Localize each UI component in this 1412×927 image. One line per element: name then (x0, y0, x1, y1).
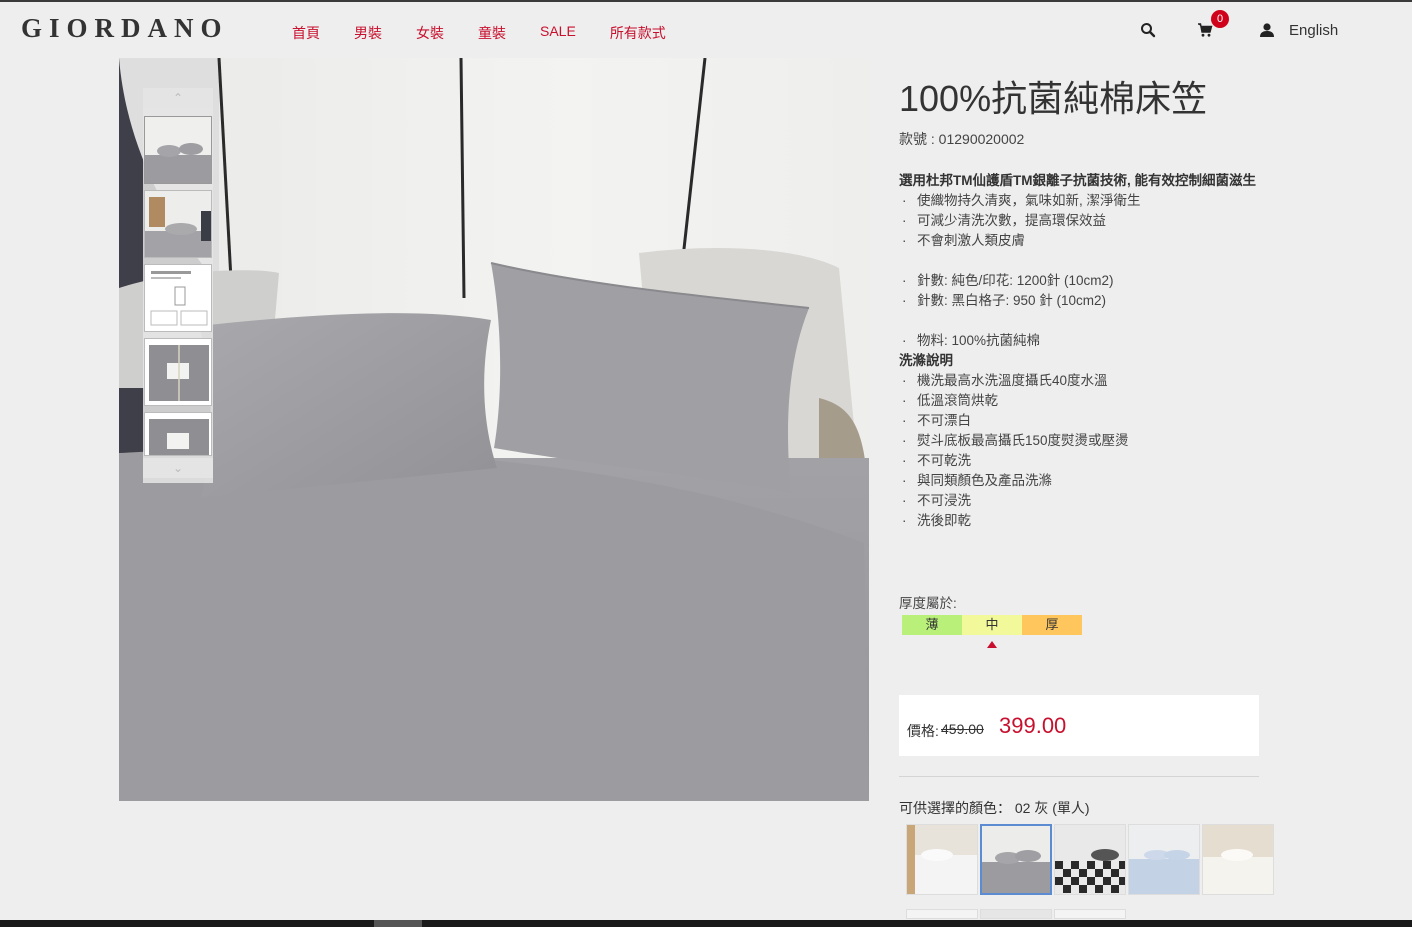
product-sku: 款號 : 01290020002 (899, 131, 1025, 147)
wash-item: 不可漂白 (899, 411, 1261, 431)
thumbnail-strip: ⌃ ⌄ (143, 88, 213, 483)
nav-women[interactable]: 女裝 (416, 23, 444, 43)
color-swatch-black-check[interactable] (1054, 824, 1126, 895)
thickness-scale: 薄 中 厚 (902, 615, 1082, 635)
color-swatch[interactable] (1054, 909, 1126, 919)
original-price: 459.00 (941, 721, 984, 737)
color-swatches (906, 824, 1276, 895)
swatch-image (1129, 825, 1199, 894)
chevron-down-icon: ⌄ (172, 461, 184, 475)
horizontal-scrollbar[interactable] (0, 920, 1412, 927)
color-swatch-gray-selected[interactable] (980, 824, 1052, 895)
description-intro: 選用杜邦TM仙護盾TM銀離子抗菌技術, 能有效控制細菌滋生 (899, 173, 1256, 188)
thickness-label: 厚度屬於: (899, 596, 957, 611)
thumbnail-image (145, 191, 211, 257)
product-main-image[interactable] (119, 58, 869, 801)
material-item: 物料: 100%抗菌純棉 (899, 331, 1261, 351)
wash-instructions-title: 洗滌說明 (899, 353, 953, 368)
product-info: 100%抗菌純棉床笠 款號 : 01290020002 選用杜邦TM仙護盾TM銀… (899, 66, 1279, 531)
site-header: GIORDANO 首頁 男裝 女裝 童裝 SALE 所有款式 0 English (0, 2, 1412, 54)
wash-item: 熨斗底板最高攝氏150度熨燙或壓燙 (899, 431, 1261, 451)
divider (899, 776, 1259, 777)
wash-item: 與同類顏色及產品洗滌 (899, 471, 1261, 491)
color-swatch[interactable] (906, 909, 978, 919)
thumbnail-1[interactable] (144, 116, 212, 184)
search-button[interactable] (1140, 18, 1158, 42)
wash-item: 不可乾洗 (899, 451, 1261, 471)
thickness-thin: 薄 (902, 615, 962, 635)
nav-all-styles[interactable]: 所有款式 (610, 23, 666, 43)
nav-sale[interactable]: SALE (540, 23, 576, 43)
thumbnail-4[interactable] (144, 338, 212, 406)
account-language-button[interactable]: English (1259, 18, 1359, 42)
wash-item: 不可浸洗 (899, 491, 1261, 511)
language-link[interactable]: English (1289, 22, 1338, 39)
nav-kids[interactable]: 童裝 (478, 23, 506, 43)
thumbnail-image (145, 339, 211, 405)
thumbnail-up-button[interactable]: ⌃ (143, 88, 213, 108)
sale-price: 399.00 (999, 713, 1067, 738)
thumbnail-image (145, 265, 211, 331)
color-swatch-cream[interactable] (1202, 824, 1274, 895)
thumbnail-3[interactable] (144, 264, 212, 332)
feature-item: 不會刺激人類皮膚 (899, 231, 1261, 251)
thumbnail-2[interactable] (144, 190, 212, 258)
feature-item: 可減少清洗次數，提高環保效益 (899, 211, 1261, 231)
thumbnail-down-button[interactable]: ⌄ (143, 458, 213, 478)
product-title: 100%抗菌純棉床笠 (899, 78, 1208, 119)
feature-item: 使織物持久清爽，氣味如新, 潔淨衛生 (899, 191, 1261, 211)
wash-item: 洗後即乾 (899, 511, 1261, 531)
cart-icon (1198, 23, 1213, 37)
thickness-medium: 中 (962, 615, 1022, 635)
thickness-thick: 厚 (1022, 615, 1082, 635)
swatch-image (982, 826, 1050, 893)
color-selection-label: 可供選擇的顏色： 02 灰 (單人) (899, 800, 1090, 816)
color-swatch[interactable] (980, 909, 1052, 919)
nav-home[interactable]: 首頁 (292, 23, 320, 43)
product-description: 選用杜邦TM仙護盾TM銀離子抗菌技術, 能有效控制細菌滋生 使織物持久清爽，氣味… (899, 171, 1261, 531)
chevron-up-icon: ⌃ (172, 91, 184, 105)
scrollbar-thumb[interactable] (374, 920, 422, 927)
thread-count-item: 針數: 黑白格子: 950 針 (10cm2) (899, 291, 1261, 311)
thumbnail-image (145, 117, 211, 183)
main-nav: 首頁 男裝 女裝 童裝 SALE 所有款式 (292, 23, 700, 43)
cart-count-badge: 0 (1211, 10, 1229, 28)
nav-men[interactable]: 男裝 (354, 23, 382, 43)
price-label: 價格: (907, 723, 939, 739)
color-swatch-white[interactable] (906, 824, 978, 895)
thumbnail-5[interactable] (144, 412, 212, 456)
thickness-indicator-icon (987, 641, 997, 648)
cart-button[interactable]: 0 (1197, 10, 1231, 42)
swatch-image (1203, 825, 1273, 894)
thread-count-item: 針數: 純色/印花: 1200針 (10cm2) (899, 271, 1261, 291)
swatch-image (907, 825, 977, 894)
color-swatch-blue-print[interactable] (1128, 824, 1200, 895)
user-icon (1260, 23, 1274, 37)
swatch-image (1055, 825, 1125, 894)
wash-item: 低溫滾筒烘乾 (899, 391, 1261, 411)
price-box: 價格: 459.00 399.00 (899, 695, 1259, 756)
search-icon (1141, 23, 1156, 38)
bed-photo (119, 58, 869, 801)
color-swatches-row-2 (906, 909, 1128, 919)
wash-item: 機洗最高水洗溫度攝氏40度水溫 (899, 371, 1261, 391)
logo[interactable]: GIORDANO (21, 13, 229, 44)
thumbnail-image (145, 413, 211, 455)
